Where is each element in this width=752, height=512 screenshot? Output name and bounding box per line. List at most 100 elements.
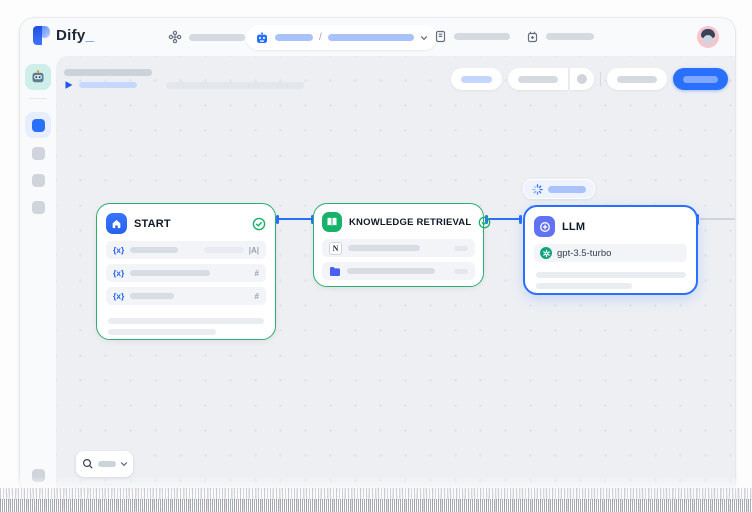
book-icon bbox=[322, 212, 342, 232]
zoom-control[interactable] bbox=[76, 451, 133, 477]
api-doc-menu[interactable] bbox=[434, 30, 510, 43]
breadcrumb-separator: / bbox=[319, 32, 322, 43]
segment-icon bbox=[577, 74, 587, 84]
variable-name-placeholder bbox=[130, 270, 210, 276]
button-label-placeholder bbox=[617, 76, 657, 83]
workflow-title-placeholder bbox=[64, 69, 152, 76]
node-title: KNOWLEDGE RETRIEVAL bbox=[349, 217, 471, 228]
node-title: LLM bbox=[562, 221, 585, 233]
node-knowledge-header: KNOWLEDGE RETRIEVAL bbox=[314, 204, 483, 239]
canvas-toolbar bbox=[451, 68, 728, 90]
app-emoji-button[interactable] bbox=[25, 64, 51, 90]
variable-type: # bbox=[255, 269, 259, 278]
menu-label-placeholder bbox=[454, 33, 510, 40]
torn-edge-noise bbox=[0, 499, 752, 512]
workflow-canvas[interactable]: START {x} |A| {x} # {x} # bbox=[56, 56, 735, 492]
node-llm-header: LLM bbox=[525, 207, 696, 244]
plugins-icon bbox=[526, 30, 539, 43]
sidebar-item-3[interactable] bbox=[32, 174, 45, 187]
variable-icon: {x} bbox=[113, 268, 124, 278]
zoom-level-placeholder bbox=[98, 461, 116, 467]
run-label-placeholder bbox=[79, 82, 137, 88]
chevron-down-icon bbox=[120, 460, 128, 468]
app-name-placeholder bbox=[275, 34, 313, 41]
orchestrate-icon bbox=[168, 30, 182, 44]
running-status-badge bbox=[523, 179, 595, 199]
variable-row[interactable]: {x} |A| bbox=[106, 241, 266, 259]
environment-switcher[interactable]: / bbox=[246, 25, 437, 50]
openai-icon bbox=[540, 247, 552, 259]
variable-name-placeholder bbox=[130, 293, 174, 299]
sidebar-item-workflow-active[interactable] bbox=[25, 112, 51, 138]
model-selector-row[interactable]: gpt-3.5-turbo bbox=[534, 244, 687, 262]
status-label-placeholder bbox=[548, 186, 586, 193]
play-icon[interactable] bbox=[64, 80, 74, 90]
folder-icon bbox=[329, 266, 341, 277]
brand-name: Dify bbox=[56, 27, 86, 44]
node-description-placeholder bbox=[108, 329, 216, 335]
left-sidebar bbox=[20, 56, 56, 492]
button-label-placeholder bbox=[461, 76, 492, 83]
spinner-icon bbox=[532, 184, 543, 195]
dataset-meta-placeholder bbox=[454, 246, 468, 251]
button-label-placeholder bbox=[683, 76, 718, 83]
toolbar-segmented-control bbox=[508, 68, 594, 90]
brand-cursor: _ bbox=[86, 27, 94, 44]
menu-label-placeholder bbox=[546, 33, 594, 40]
orchestrate-menu[interactable] bbox=[168, 30, 245, 44]
sidebar-item-bottom[interactable] bbox=[32, 469, 45, 482]
notion-icon: N bbox=[329, 242, 342, 255]
dify-logo[interactable]: Dify_ bbox=[33, 26, 94, 45]
workflow-name-placeholder bbox=[328, 34, 414, 41]
preview-button[interactable] bbox=[607, 68, 667, 90]
variable-row[interactable]: {x} # bbox=[106, 287, 266, 305]
top-navbar: Dify_ / bbox=[20, 18, 735, 56]
edge-knowledge-to-llm[interactable] bbox=[487, 218, 520, 220]
menu-label-placeholder bbox=[189, 34, 245, 41]
publish-button[interactable] bbox=[673, 68, 728, 90]
variable-type: # bbox=[255, 292, 259, 301]
success-check-icon bbox=[478, 216, 491, 229]
robot-icon bbox=[255, 31, 269, 45]
dataset-meta-placeholder bbox=[454, 269, 468, 274]
sidebar-divider bbox=[29, 98, 47, 99]
plugins-menu[interactable] bbox=[526, 30, 594, 43]
variable-name-placeholder bbox=[130, 247, 178, 253]
node-llm[interactable]: LLM gpt-3.5-turbo bbox=[523, 205, 698, 295]
node-description-placeholder bbox=[108, 318, 264, 324]
variable-icon: {x} bbox=[113, 291, 124, 301]
magnifier-icon bbox=[82, 458, 94, 470]
variable-type: |A| bbox=[204, 246, 259, 255]
dataset-row[interactable]: N bbox=[322, 239, 475, 257]
llm-icon bbox=[534, 216, 555, 237]
run-meta-placeholder bbox=[166, 82, 304, 89]
variable-icon: {x} bbox=[113, 245, 124, 255]
model-name: gpt-3.5-turbo bbox=[557, 248, 611, 259]
button-label-placeholder bbox=[518, 76, 558, 83]
variable-row[interactable]: {x} # bbox=[106, 264, 266, 282]
toolbar-divider bbox=[600, 72, 601, 86]
node-start[interactable]: START {x} |A| {x} # {x} # bbox=[96, 203, 276, 340]
success-check-icon bbox=[252, 217, 266, 231]
segment-button[interactable] bbox=[508, 68, 568, 90]
value-placeholder bbox=[204, 247, 244, 253]
sidebar-item-2[interactable] bbox=[32, 147, 45, 160]
node-description-placeholder bbox=[536, 272, 686, 278]
api-doc-icon bbox=[434, 30, 447, 43]
dataset-row[interactable] bbox=[322, 262, 475, 280]
node-title: START bbox=[134, 218, 171, 230]
features-button[interactable] bbox=[451, 68, 502, 90]
node-start-header: START bbox=[97, 204, 275, 241]
active-item-icon bbox=[32, 119, 45, 132]
user-avatar[interactable] bbox=[697, 26, 719, 48]
sidebar-item-4[interactable] bbox=[32, 201, 45, 214]
node-knowledge-retrieval[interactable]: KNOWLEDGE RETRIEVAL N bbox=[313, 203, 484, 287]
node-description-placeholder bbox=[536, 283, 632, 289]
edge-start-to-knowledge[interactable] bbox=[278, 218, 312, 220]
segment-icon-button[interactable] bbox=[570, 68, 594, 90]
app-window: Dify_ / bbox=[20, 18, 735, 492]
dataset-name-placeholder bbox=[347, 268, 435, 274]
dataset-name-placeholder bbox=[348, 245, 420, 251]
chevron-down-icon bbox=[420, 34, 428, 42]
edge-llm-outgoing[interactable] bbox=[700, 218, 735, 220]
